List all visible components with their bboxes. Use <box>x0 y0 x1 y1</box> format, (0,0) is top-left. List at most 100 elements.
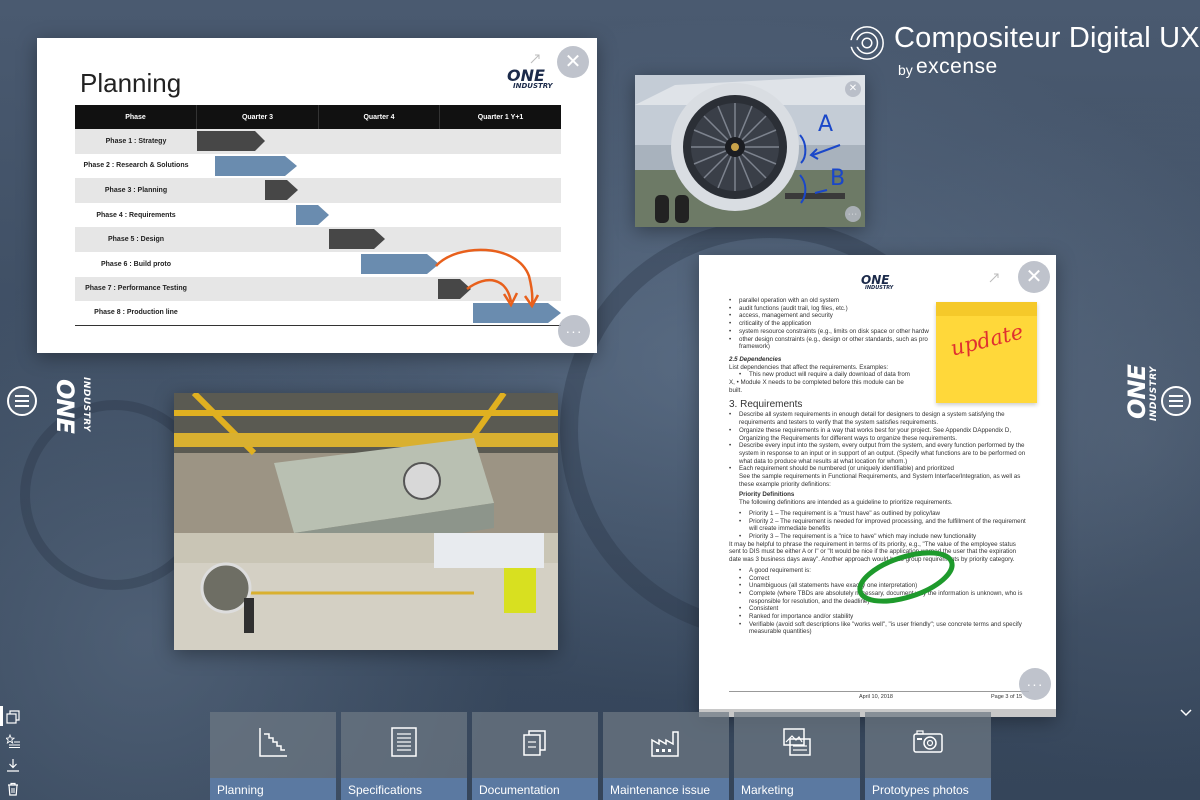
gantt-phase-label: Phase 3 : Planning <box>104 186 168 194</box>
doc-line: Ranked for importance and/or stability <box>729 613 1029 621</box>
gantt-row: Phase 6 : Build proto <box>75 252 561 277</box>
sticky-note[interactable]: update <box>936 302 1037 403</box>
gantt-chart: Phase Quarter 3 Quarter 4 Quarter 1 Y+1 … <box>75 105 561 326</box>
planning-more-button[interactable]: ··· <box>558 315 590 347</box>
logo-industry: INDUSTRY <box>513 82 553 90</box>
tile-label: Specifications <box>341 778 467 800</box>
engine-photo: A B <box>635 75 865 227</box>
gantt-header: Phase Quarter 3 Quarter 4 Quarter 1 Y+1 <box>75 105 561 129</box>
tile-maintenance-issue[interactable]: Maintenance issue <box>603 712 729 800</box>
doc-line: The following definitions are intended a… <box>739 499 953 507</box>
planning-title: Planning <box>80 68 182 98</box>
footer-page: Page 3 of 15 <box>991 694 1023 700</box>
gantt-bar <box>215 155 297 176</box>
doc-line: See the sample requirements in Functiona… <box>739 473 1021 488</box>
engine-close-button[interactable]: ✕ <box>845 81 861 97</box>
expand-icon[interactable] <box>987 271 1001 285</box>
document-more-button[interactable]: ··· <box>1019 668 1051 700</box>
brand-subtitle: excense <box>916 55 998 78</box>
planning-logo: ONE INDUSTRY <box>507 66 553 90</box>
gantt-phase-label: Phase 4 : Requirements <box>96 211 176 219</box>
gantt-row: Phase 1 : Strategy <box>75 129 561 154</box>
tile-label: Documentation <box>472 778 598 800</box>
gantt-row: Phase 5 : Design <box>75 227 561 252</box>
gantt-row: Phase 3 : Planning <box>75 178 561 203</box>
side-logo-industry: INDUSTRY <box>81 377 91 432</box>
brand-logo-icon <box>848 26 884 60</box>
trash-icon[interactable] <box>6 782 20 796</box>
gantt-phase-label: Phase 5 : Design <box>107 236 165 244</box>
tile-label: Maintenance issue <box>603 778 729 800</box>
gantt-row: Phase 7 : Performance Testing <box>75 276 561 302</box>
sticky-note-text: update <box>948 319 1026 361</box>
documents-stack-icon <box>523 730 546 756</box>
gantt-phase-label: Phase 6 : Build proto <box>100 260 171 268</box>
doc-line: Each requirement should be numbered (or … <box>729 465 1029 473</box>
doc-line: Priority 3 – The requirement is a "nice … <box>729 533 1029 541</box>
download-icon[interactable] <box>6 758 20 772</box>
doc-subheading: Priority Definitions <box>739 491 795 499</box>
document-card[interactable]: ONE INDUSTRY ✕ parallel operation with a… <box>699 255 1056 717</box>
tile-specifications[interactable]: Specifications <box>341 712 467 800</box>
gantt-phase-label: Phase 7 : Performance Testing <box>85 285 187 293</box>
brand-header: Compositeur Digital UX by excense <box>848 22 1200 82</box>
doc-line: Describe all system requirements in enou… <box>729 411 1029 426</box>
tile-documentation[interactable]: Documentation <box>472 712 598 800</box>
gantt-bar <box>296 204 329 225</box>
document-logo: ONE INDUSTRY <box>861 273 893 291</box>
engine-more-button[interactable]: ··· <box>845 206 861 222</box>
gantt-col-q4: Quarter 4 <box>319 105 440 129</box>
gantt-row: Phase 4 : Requirements <box>75 203 561 228</box>
doc-line: Priority 2 – The requirement is needed f… <box>729 518 1029 533</box>
gantt-phase-label: Phase 2 : Research & Solutions <box>83 162 189 170</box>
gantt-col-phase: Phase <box>75 105 197 129</box>
brand-by: by <box>898 62 913 78</box>
tile-label: Marketing <box>734 778 860 800</box>
logo-industry: INDUSTRY <box>865 285 894 291</box>
gantt-phase-label: Phase 8 : Production line <box>94 309 178 317</box>
engine-annotation-b: B <box>830 166 845 191</box>
doc-line: Describe every input into the system, ev… <box>729 442 1029 465</box>
side-logo-industry: INDUSTRY <box>1149 366 1159 421</box>
factory-photo <box>174 393 558 650</box>
tile-label: Prototypes photos <box>865 778 991 800</box>
gantt-bar <box>361 253 439 274</box>
chevron-down-icon[interactable] <box>1179 708 1193 718</box>
green-annotation-ellipse <box>857 550 955 604</box>
brand-title: Compositeur Digital UX <box>894 22 1200 54</box>
expand-icon[interactable] <box>528 52 542 66</box>
planning-card[interactable]: Planning ONE INDUSTRY ✕ Phase Quarter 3 … <box>37 38 597 353</box>
category-tiles: Planning Specifications Documentation Ma… <box>210 712 991 800</box>
engine-photo-card[interactable]: A B ✕ ··· <box>635 75 865 227</box>
factory-photo-card[interactable] <box>174 393 558 650</box>
gantt-row: Phase 8 : Production line <box>75 301 561 326</box>
windows-icon[interactable] <box>6 710 20 724</box>
toolbar-active-indicator <box>0 706 3 726</box>
document-footer: April 10, 2018 Page 3 of 15 <box>729 691 1029 700</box>
tile-label: Planning <box>210 778 336 800</box>
engine-annotation-a: A <box>818 112 833 137</box>
gantt-bar <box>473 303 561 324</box>
planning-close-button[interactable]: ✕ <box>557 46 589 78</box>
right-side-logo: ONE INDUSTRY <box>1105 365 1175 421</box>
tile-planning[interactable]: Planning <box>210 712 336 800</box>
doc-line: Verifiable (avoid soft descriptions like… <box>729 621 1029 636</box>
gantt-phase-label: Phase 1 : Strategy <box>105 137 167 145</box>
gantt-col-q3: Quarter 3 <box>197 105 319 129</box>
image-gallery-icon <box>783 728 811 756</box>
staircase-chart-icon <box>259 728 287 757</box>
gantt-bar <box>329 229 385 250</box>
tile-prototypes-photos[interactable]: Prototypes photos <box>865 712 991 800</box>
side-logo-one: ONE <box>51 379 79 433</box>
factory-icon <box>651 731 679 757</box>
doc-line: Priority 1 – The requirement is a "must … <box>729 510 1029 518</box>
gantt-bar <box>438 278 471 299</box>
gantt-col-q1: Quarter 1 Y+1 <box>477 113 524 121</box>
tile-marketing[interactable]: Marketing <box>734 712 860 800</box>
document-close-button[interactable]: ✕ <box>1018 261 1050 293</box>
gantt-row: Phase 2 : Research & Solutions <box>75 154 561 179</box>
doc-line: Organize these requirements in a way tha… <box>729 427 1029 442</box>
favorites-list-icon[interactable] <box>6 734 20 748</box>
gantt-bar <box>265 180 298 201</box>
document-list-icon <box>391 727 417 757</box>
